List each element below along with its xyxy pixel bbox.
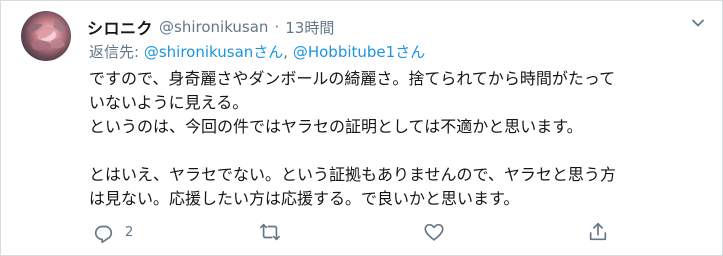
tweet-actions: 2 [93,219,613,245]
retweet-icon [260,223,280,241]
header-separator: · [274,18,280,36]
heart-icon [424,223,444,241]
tweet-text-line: は見ない。応援したい方は応援する。で良いかと思います。 [89,189,520,208]
like-button[interactable] [423,219,445,245]
share-button[interactable] [587,219,609,245]
replying-separator: , [283,43,289,61]
tweet-text-line: いないように見える。 [89,93,249,112]
reply-button[interactable]: 2 [93,219,133,245]
succulent-avatar-image [27,21,65,51]
replying-label: 返信先: [89,43,140,61]
tweet-text: ですので、身奇麗さやダンボールの綺麗さ。捨てられてから時間がたって いないように… [89,67,709,211]
mention-link-1[interactable]: @shironikusanさん [144,43,283,61]
tweet-text-line: ですので、身奇麗さやダンボールの綺麗さ。捨てられてから時間がたって [89,69,616,88]
reply-count: 2 [125,224,134,240]
tweet-text-line: とはいえ、ヤラセでない。という証拠もありませんので、ヤラセと思う方 [89,165,616,184]
mention-link-2[interactable]: @Hobbitube1さん [293,43,425,61]
share-icon [589,222,607,241]
tweet-card[interactable]: シロニク @shironikusan · 13時間 返信先: @shironik… [0,0,723,256]
author-name[interactable]: シロニク [87,15,153,39]
replying-to: 返信先: @shironikusanさん, @Hobbitube1さん [89,41,425,62]
retweet-button[interactable] [259,219,281,245]
tweet-header: シロニク @shironikusan · 13時間 [87,15,334,39]
tweet-timestamp[interactable]: 13時間 [285,17,334,38]
chevron-down-icon [692,19,704,27]
tweet-menu-button[interactable] [686,11,710,35]
tweet-text-line: というのは、今回の件ではヤラセの証明としては不適かと思います。 [89,117,583,136]
author-handle[interactable]: @shironikusan [159,18,268,36]
avatar[interactable] [21,11,71,61]
reply-icon [94,225,113,243]
